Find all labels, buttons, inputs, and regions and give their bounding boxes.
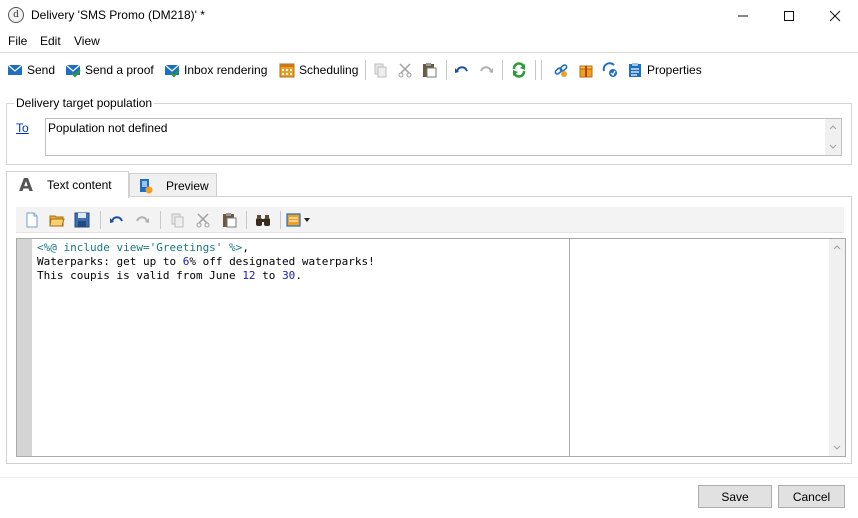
preview-icon <box>140 178 153 193</box>
main-toolbar: Send Send a proof Inbox rendering Schedu… <box>0 57 858 83</box>
population-field[interactable]: Population not defined <box>45 118 842 156</box>
link-button[interactable] <box>553 59 573 81</box>
link-icon <box>554 64 568 77</box>
toolbar-separator <box>365 60 366 80</box>
send-proof-label: Send a proof <box>85 63 154 77</box>
send-proof-button[interactable]: Send a proof <box>65 59 154 81</box>
scissors-icon <box>398 63 412 78</box>
inbox-rendering-label: Inbox rendering <box>184 63 268 77</box>
editor-toolbar-separator <box>160 211 161 229</box>
properties-icon <box>629 63 641 77</box>
refresh-button[interactable] <box>511 59 531 81</box>
tracking-icon <box>602 62 617 77</box>
cut-button[interactable] <box>397 59 417 81</box>
text-content-icon: A <box>19 174 33 196</box>
undo-icon[interactable] <box>109 212 125 228</box>
paste-button[interactable] <box>421 59 441 81</box>
new-document-icon[interactable] <box>24 212 40 228</box>
maximize-button[interactable] <box>766 0 812 31</box>
save-icon[interactable] <box>74 212 90 228</box>
editor-toolbar-separator <box>246 211 247 229</box>
code-content[interactable]: <%@ include view='Greetings' %>, Waterpar… <box>37 241 375 283</box>
app-icon: d <box>8 7 24 23</box>
maximize-icon <box>784 11 794 21</box>
inbox-rendering-button[interactable]: Inbox rendering <box>164 59 267 81</box>
editor-toolbar <box>16 207 844 233</box>
toolbar-separator <box>541 60 542 80</box>
tab-text-content[interactable]: A Text content <box>6 171 129 198</box>
title-bar: d Delivery 'SMS Promo (DM218)' * <box>0 0 858 31</box>
properties-button[interactable]: Properties <box>627 59 702 81</box>
toolbar-separator <box>446 60 447 80</box>
save-button[interactable]: Save <box>698 485 772 508</box>
gift-button[interactable] <box>578 59 598 81</box>
tab-preview[interactable]: Preview <box>129 173 217 197</box>
window-title: Delivery 'SMS Promo (DM218)' * <box>31 8 205 22</box>
editor-toolbar-separator <box>280 211 281 229</box>
editor-scrollbar[interactable] <box>829 239 845 456</box>
redo-button[interactable] <box>478 59 498 81</box>
redo-icon[interactable] <box>134 212 150 228</box>
scheduling-label: Scheduling <box>299 63 359 77</box>
envelope-icon <box>7 64 23 75</box>
tab-preview-label: Preview <box>166 178 209 193</box>
text-editor[interactable]: <%@ include view='Greetings' %>, Waterpar… <box>16 238 846 457</box>
undo-button[interactable] <box>454 59 474 81</box>
scroll-arrows-icon <box>833 245 841 450</box>
menu-divider <box>0 52 858 53</box>
menu-edit[interactable]: Edit <box>40 34 61 48</box>
code-line-2: Waterparks: get up to 6% off designated … <box>37 255 375 268</box>
footer-divider <box>0 477 858 478</box>
minimize-button[interactable] <box>720 0 766 31</box>
tab-text-content-label: Text content <box>46 178 112 192</box>
toolbar-separator <box>535 60 536 80</box>
scroll-arrows-icon <box>829 125 837 149</box>
minimize-icon <box>738 15 748 17</box>
population-text: Population not defined <box>48 121 168 135</box>
refresh-icon <box>512 62 526 78</box>
menu-view[interactable]: View <box>74 34 100 48</box>
send-button[interactable]: Send <box>7 59 55 81</box>
insert-dropdown-icon[interactable] <box>286 212 312 228</box>
close-icon <box>829 10 841 22</box>
cancel-button[interactable]: Cancel <box>778 485 845 508</box>
editor-gutter <box>17 239 32 456</box>
binoculars-icon[interactable] <box>255 212 271 228</box>
copy-icon[interactable] <box>169 212 185 228</box>
tab-strip: A Text content Preview <box>6 171 852 198</box>
envelope-check-icon <box>65 64 81 78</box>
properties-label: Properties <box>647 63 702 77</box>
clipboard-icon <box>423 63 437 78</box>
redo-icon <box>480 66 493 73</box>
menu-file[interactable]: File <box>8 34 27 48</box>
editor-toolbar-separator <box>100 211 101 229</box>
send-label: Send <box>27 63 56 77</box>
clipboard-icon[interactable] <box>221 212 237 228</box>
scissors-icon[interactable] <box>195 212 211 228</box>
to-link[interactable]: To <box>16 121 29 135</box>
undo-icon <box>455 66 468 73</box>
gift-icon <box>579 65 593 78</box>
tracking-button[interactable] <box>602 59 622 81</box>
copy-icon <box>374 63 387 78</box>
editor-splitter[interactable] <box>569 239 570 456</box>
envelope-check-icon <box>164 64 180 78</box>
target-population-title: Delivery target population <box>14 96 155 110</box>
code-line-3: This coupis is valid from June 12 to 30. <box>37 269 302 282</box>
population-scrollbar[interactable] <box>825 119 841 155</box>
close-button[interactable] <box>812 0 858 31</box>
copy-button[interactable] <box>372 59 392 81</box>
scheduling-button[interactable]: Scheduling <box>279 59 358 81</box>
menu-bar: File Edit View <box>0 31 858 51</box>
open-folder-icon[interactable] <box>49 212 65 228</box>
code-line-1: <%@ include view='Greetings' %>, <box>37 241 249 254</box>
calendar-icon <box>279 63 295 78</box>
toolbar-separator <box>502 60 503 80</box>
